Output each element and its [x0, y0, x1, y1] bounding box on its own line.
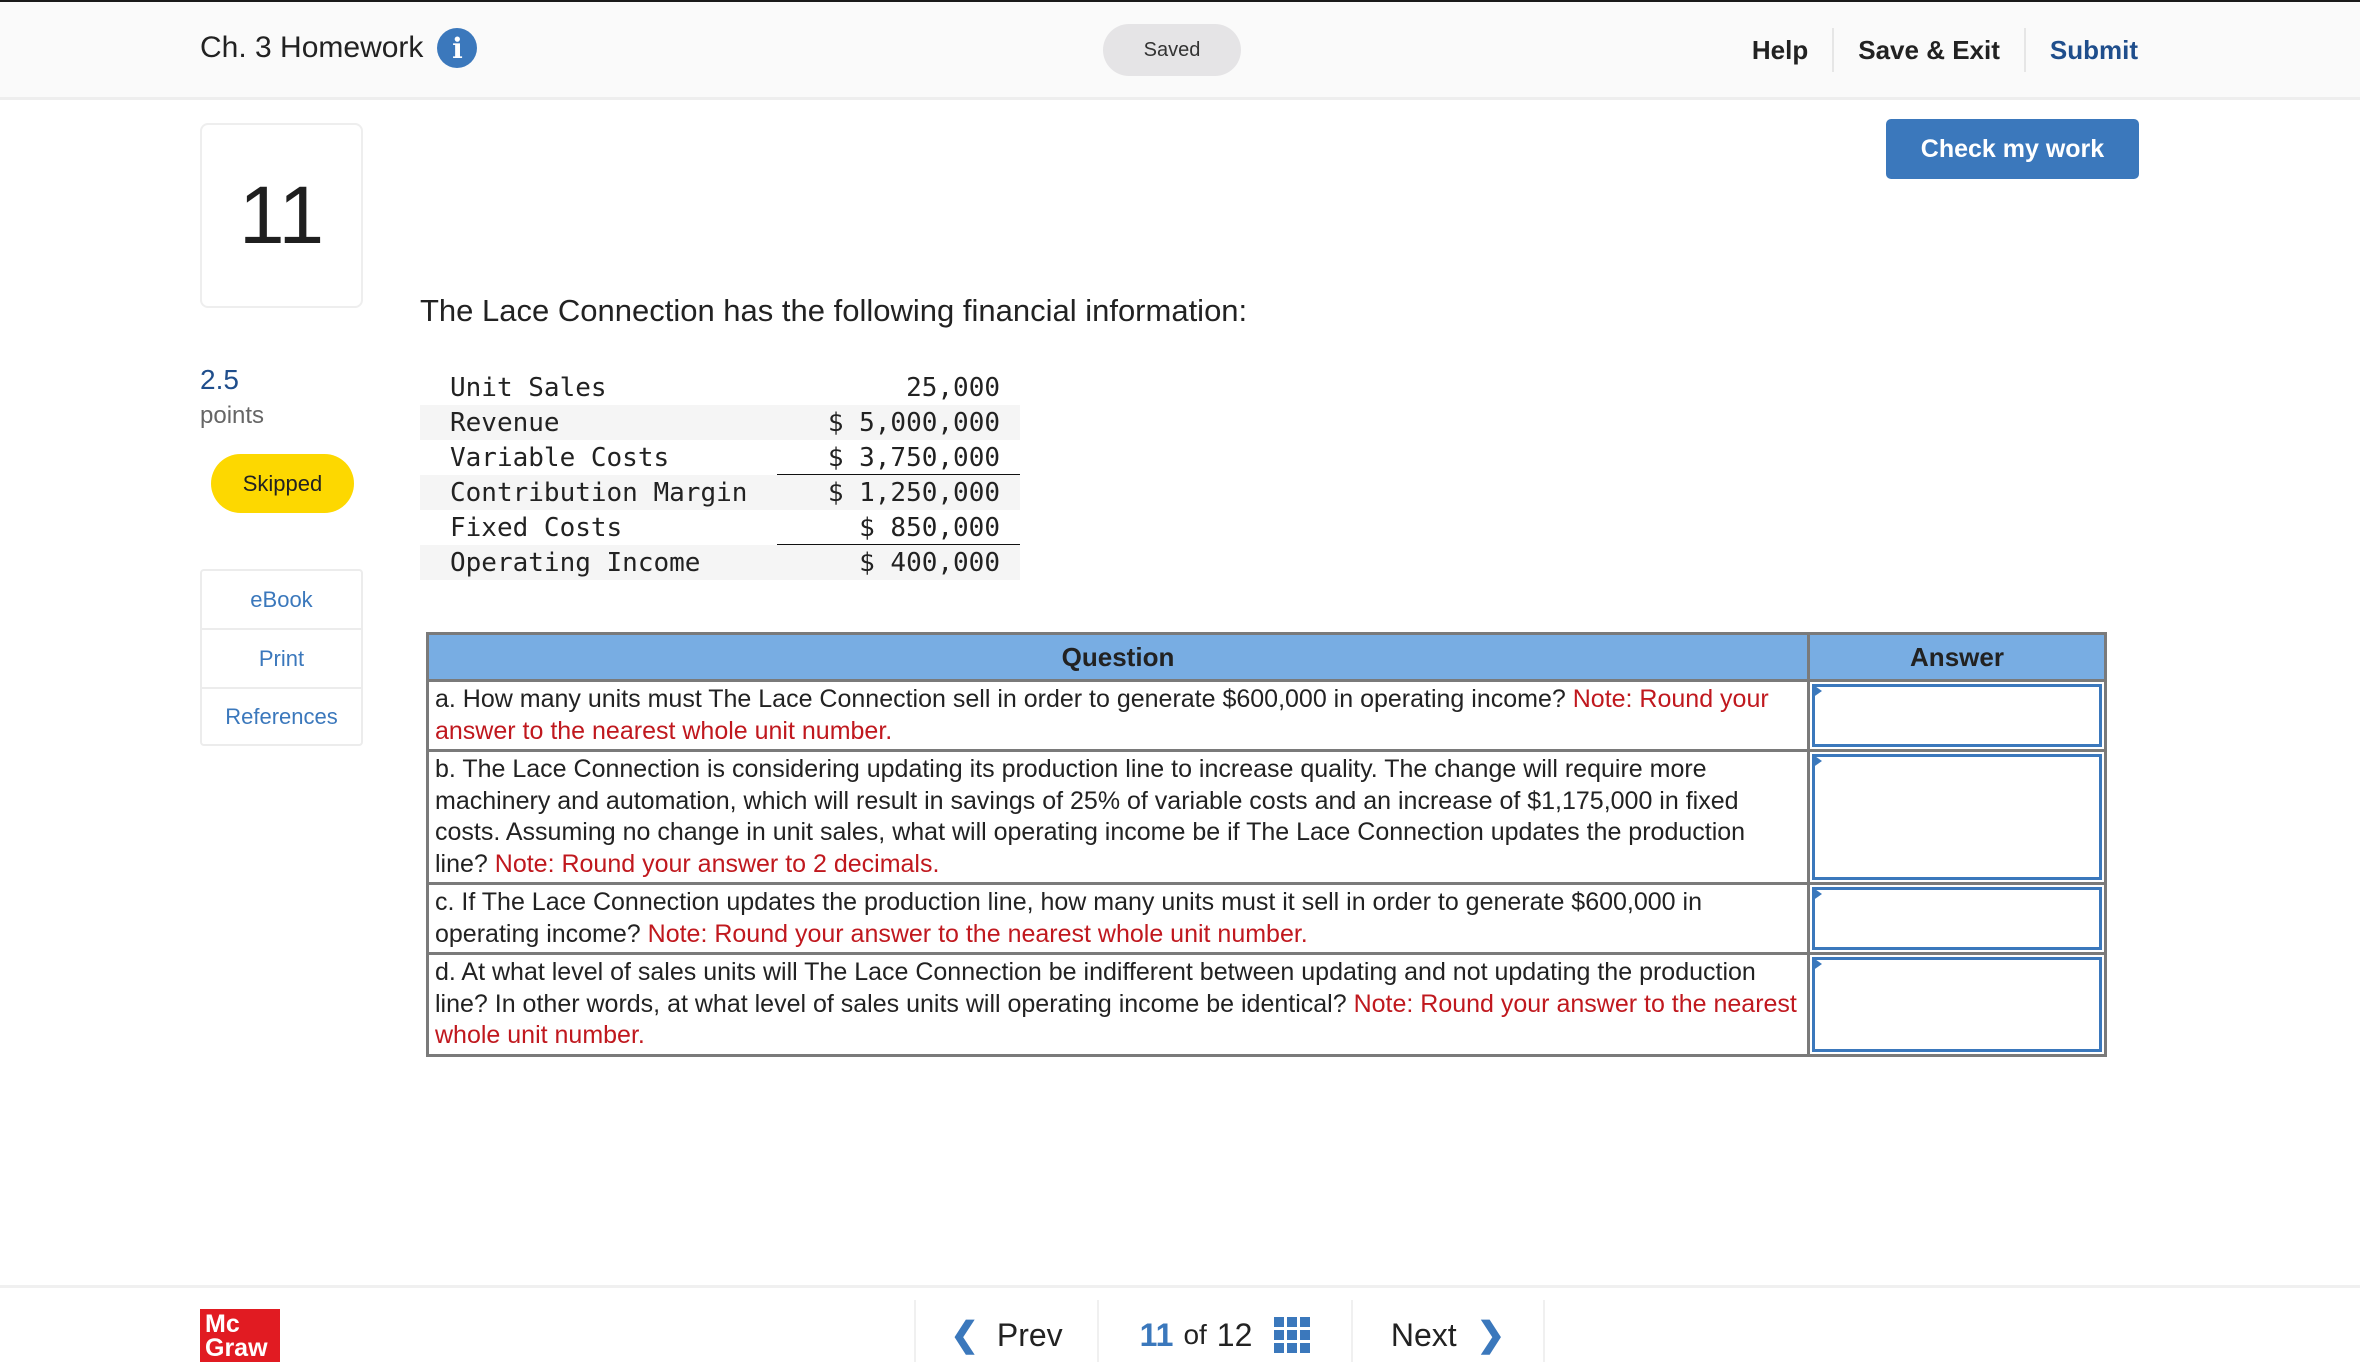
- total-questions: 12: [1216, 1316, 1253, 1353]
- chevron-right-icon: ❯: [1476, 1316, 1506, 1354]
- prev-button[interactable]: ❮ Prev: [914, 1300, 1097, 1362]
- answer-column-header: Answer: [1807, 632, 2107, 682]
- answer-input-a[interactable]: [1812, 684, 2102, 747]
- table-row: c. If The Lace Connection updates the pr…: [426, 882, 2107, 955]
- question-cell: d. At what level of sales units will The…: [426, 952, 1810, 1057]
- points-value: 2.5: [200, 364, 239, 395]
- question-intro: The Lace Connection has the following fi…: [420, 293, 1248, 328]
- financial-value: $ 1,250,000: [827, 477, 1000, 508]
- answer-input-c[interactable]: [1812, 887, 2102, 950]
- question-cell: b. The Lace Connection is considering up…: [426, 749, 1810, 885]
- submit-link[interactable]: Submit: [2026, 22, 2138, 78]
- question-number-card: 11: [200, 123, 363, 308]
- footer-bar: Mc Graw ❮ Prev 11 of 12 Next ❯: [0, 1285, 2360, 1362]
- question-cell: a. How many units must The Lace Connecti…: [426, 679, 1810, 752]
- table-row: d. At what level of sales units will The…: [426, 952, 2107, 1057]
- flag-marker-icon: [1812, 957, 1822, 971]
- of-label: of: [1183, 1319, 1207, 1350]
- question-answer-table: Question Answer a. How many units must T…: [426, 632, 2107, 1057]
- status-badge: Skipped: [211, 454, 354, 513]
- financial-row: Unit Sales 25,000: [420, 370, 1020, 405]
- financial-row: Fixed Costs $ 850,000: [420, 510, 1020, 546]
- financial-label: Contribution Margin: [450, 477, 748, 508]
- save-exit-link[interactable]: Save & Exit: [1834, 22, 2024, 78]
- assignment-title-group: Ch. 3 Homework i: [200, 28, 478, 68]
- current-question-number: 11: [1139, 1316, 1174, 1353]
- financial-value: $ 850,000: [859, 512, 1000, 543]
- logo-line-2: Graw: [205, 1334, 268, 1362]
- financial-label: Variable Costs: [450, 442, 670, 473]
- answer-cell: [1807, 679, 2107, 752]
- answer-input-b[interactable]: [1812, 754, 2102, 880]
- financial-row: Operating Income $ 400,000: [420, 545, 1020, 580]
- question-note: Note: Round your answer to the nearest w…: [647, 919, 1308, 948]
- save-status-badge: Saved: [1103, 24, 1241, 76]
- question-note: Note: Round your answer to 2 decimals.: [494, 849, 940, 878]
- financial-value: 25,000: [906, 372, 1000, 403]
- financial-label: Unit Sales: [450, 372, 607, 403]
- financial-row: Variable Costs $ 3,750,000: [420, 440, 1020, 476]
- flag-marker-icon: [1812, 684, 1822, 698]
- next-button[interactable]: Next ❯: [1351, 1300, 1545, 1362]
- mcgraw-hill-logo: Mc Graw: [200, 1309, 280, 1362]
- financial-value: $ 5,000,000: [827, 407, 1000, 438]
- answer-input-d[interactable]: [1812, 957, 2102, 1052]
- question-column-header: Question: [426, 632, 1810, 682]
- financial-label: Operating Income: [450, 547, 701, 578]
- financial-info-table: Unit Sales 25,000 Revenue $ 5,000,000 Va…: [420, 370, 1020, 580]
- logo-line-1: Mc: [205, 1310, 240, 1338]
- points-label: points: [200, 402, 265, 429]
- question-navigation: ❮ Prev 11 of 12 Next ❯: [914, 1300, 1545, 1362]
- check-my-work-button[interactable]: Check my work: [1886, 119, 2139, 179]
- financial-label: Revenue: [450, 407, 560, 438]
- header-links: Help Save & Exit Submit: [1728, 22, 2138, 78]
- financial-value: $ 400,000: [859, 547, 1000, 578]
- table-row: a. How many units must The Lace Connecti…: [426, 679, 2107, 752]
- answer-cell: [1807, 749, 2107, 885]
- header-bar: Ch. 3 Homework i Saved Help Save & Exit …: [0, 2, 2360, 100]
- references-link[interactable]: References: [202, 689, 361, 744]
- financial-label: Fixed Costs: [450, 512, 623, 543]
- resources-panel: eBook Print References: [200, 569, 363, 746]
- flag-marker-icon: [1812, 754, 1822, 768]
- question-cell: c. If The Lace Connection updates the pr…: [426, 882, 1810, 955]
- question-picker[interactable]: 11 of 12: [1097, 1300, 1351, 1362]
- assignment-title: Ch. 3 Homework: [200, 31, 424, 64]
- question-text: a. How many units must The Lace Connecti…: [435, 685, 1573, 713]
- grid-icon: [1274, 1317, 1311, 1353]
- help-link[interactable]: Help: [1728, 22, 1832, 78]
- financial-row: Contribution Margin $ 1,250,000: [420, 475, 1020, 510]
- next-label: Next: [1390, 1316, 1457, 1353]
- info-icon[interactable]: i: [437, 28, 478, 68]
- flag-marker-icon: [1812, 887, 1822, 901]
- answer-cell: [1807, 882, 2107, 955]
- financial-row: Revenue $ 5,000,000: [420, 405, 1020, 440]
- table-header-row: Question Answer: [426, 632, 2107, 682]
- ebook-link[interactable]: eBook: [202, 571, 361, 630]
- chevron-left-icon: ❮: [950, 1316, 979, 1354]
- prev-label: Prev: [996, 1316, 1063, 1353]
- answer-cell: [1807, 952, 2107, 1057]
- print-link[interactable]: Print: [202, 630, 361, 689]
- financial-value: $ 3,750,000: [827, 442, 1000, 473]
- table-row: b. The Lace Connection is considering up…: [426, 749, 2107, 885]
